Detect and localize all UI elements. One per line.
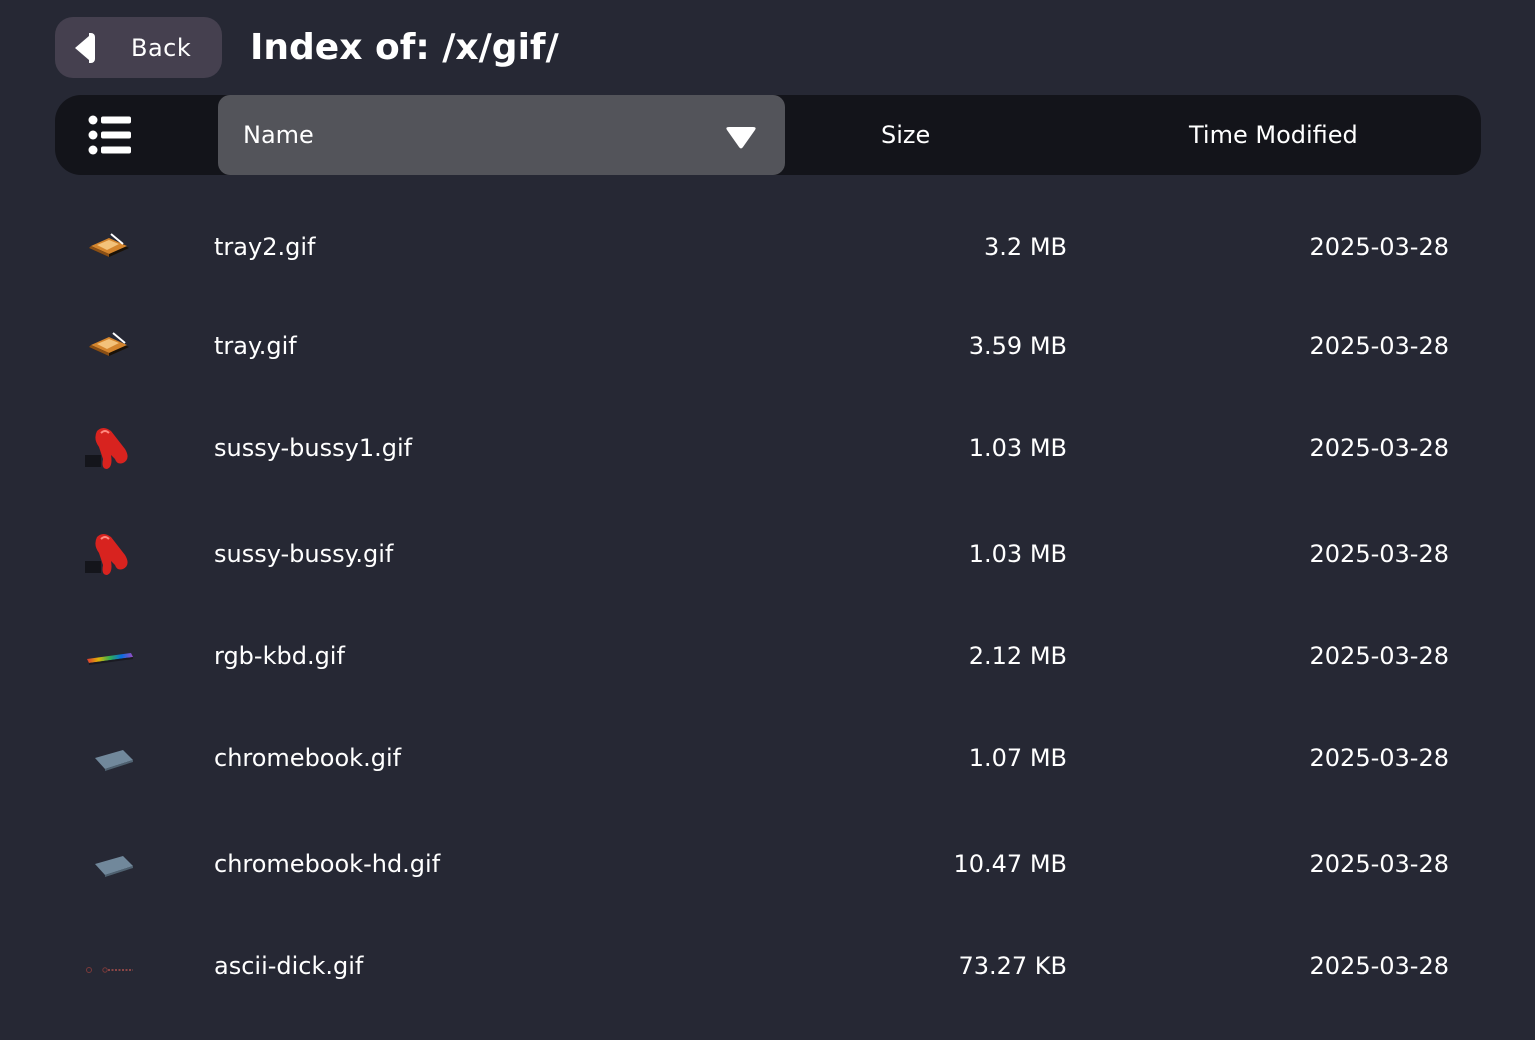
time-modified-column-header[interactable]: Time Modified (1189, 95, 1358, 175)
tray-thumbnail-icon (89, 233, 129, 257)
file-row[interactable]: rgb-kbd.gif 2.12 MB 2025-03-28 (55, 611, 1481, 701)
file-name-link[interactable]: tray2.gif (214, 202, 315, 292)
page-title: Index of: /x/gif/ (250, 27, 559, 68)
file-row[interactable]: sussy-bussy1.gif 1.03 MB 2025-03-28 (55, 403, 1481, 493)
file-name-link[interactable]: chromebook-hd.gif (214, 819, 440, 909)
list-view-icon[interactable] (88, 115, 132, 155)
file-size: 1.07 MB (968, 744, 1067, 772)
file-size: 2.12 MB (968, 642, 1067, 670)
red-figure-thumbnail-icon (85, 534, 128, 575)
name-column-header[interactable]: Name (218, 95, 785, 175)
back-arrow-icon (75, 35, 89, 60)
red-figure-thumbnail-icon (85, 428, 128, 469)
file-date: 2025-03-28 (1309, 540, 1449, 568)
file-date: 2025-03-28 (1309, 850, 1449, 878)
column-header-bar: Name Size Time Modified (55, 95, 1481, 175)
top-bar: Back Index of: /x/gif/ (55, 17, 559, 78)
sort-descending-icon (726, 127, 756, 149)
file-row[interactable]: tray2.gif 3.2 MB 2025-03-28 (55, 202, 1481, 292)
file-row[interactable]: chromebook.gif 1.07 MB 2025-03-28 (55, 713, 1481, 803)
file-size: 3.59 MB (968, 332, 1067, 360)
rgb-keyboard-thumbnail-icon (87, 653, 133, 665)
file-row[interactable]: ascii-dick.gif 73.27 KB 2025-03-28 (55, 921, 1481, 1011)
file-size: 1.03 MB (968, 540, 1067, 568)
back-button-label: Back (131, 33, 192, 62)
file-name-link[interactable]: rgb-kbd.gif (214, 611, 345, 701)
file-date: 2025-03-28 (1309, 744, 1449, 772)
laptop-thumbnail-icon (95, 750, 133, 771)
file-row[interactable]: sussy-bussy.gif 1.03 MB 2025-03-28 (55, 509, 1481, 599)
file-date: 2025-03-28 (1309, 642, 1449, 670)
name-column-label: Name (243, 121, 314, 149)
laptop-thumbnail-icon (95, 856, 133, 877)
back-button[interactable]: Back (55, 17, 222, 78)
file-size: 10.47 MB (953, 850, 1067, 878)
file-name-link[interactable]: sussy-bussy.gif (214, 509, 393, 599)
file-name-link[interactable]: sussy-bussy1.gif (214, 403, 412, 493)
file-date: 2025-03-28 (1309, 952, 1449, 980)
tray-thumbnail-icon (89, 332, 129, 356)
file-size: 1.03 MB (968, 434, 1067, 462)
file-name-link[interactable]: tray.gif (214, 301, 297, 391)
ascii-art-thumbnail-icon (86, 967, 133, 973)
file-name-link[interactable]: ascii-dick.gif (214, 921, 363, 1011)
file-row[interactable]: chromebook-hd.gif 10.47 MB 2025-03-28 (55, 819, 1481, 909)
size-column-header[interactable]: Size (881, 95, 930, 175)
file-name-link[interactable]: chromebook.gif (214, 713, 401, 803)
file-row[interactable]: tray.gif 3.59 MB 2025-03-28 (55, 301, 1481, 391)
file-date: 2025-03-28 (1309, 233, 1449, 261)
file-date: 2025-03-28 (1309, 434, 1449, 462)
back-arrow-icon-bar (89, 32, 95, 63)
file-size: 73.27 KB (958, 952, 1067, 980)
file-size: 3.2 MB (984, 233, 1067, 261)
file-date: 2025-03-28 (1309, 332, 1449, 360)
